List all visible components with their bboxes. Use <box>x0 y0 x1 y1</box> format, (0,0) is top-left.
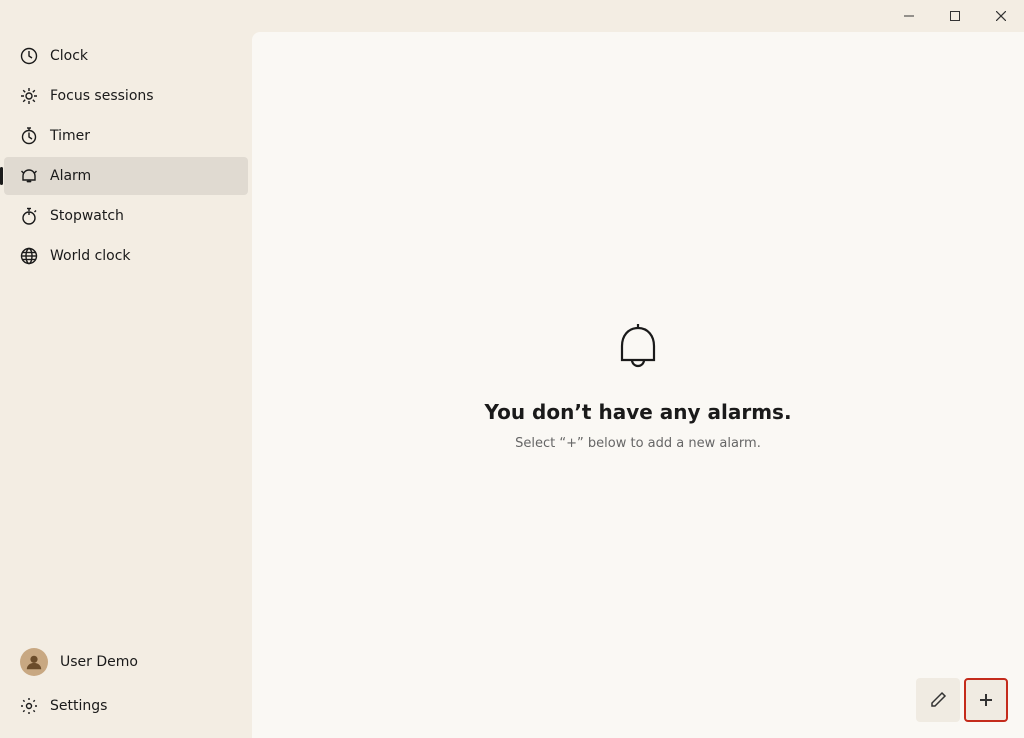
sidebar-item-clock-label: Clock <box>50 48 88 64</box>
sidebar-item-user-label: User Demo <box>60 654 138 670</box>
sidebar-item-timer-label: Timer <box>50 128 90 144</box>
app-body: Clock Focus sessions <box>0 32 1024 738</box>
sidebar-item-worldclock-label: World clock <box>50 248 131 264</box>
title-bar <box>0 0 1024 32</box>
window-controls <box>886 0 1024 32</box>
alarm-icon <box>20 167 38 185</box>
sidebar-item-stopwatch-label: Stopwatch <box>50 208 124 224</box>
user-avatar <box>20 648 48 676</box>
action-bar <box>916 678 1008 722</box>
sidebar-item-alarm-label: Alarm <box>50 168 91 184</box>
minimize-button[interactable] <box>886 0 932 32</box>
sidebar-item-user[interactable]: User Demo <box>4 638 248 686</box>
sidebar-item-settings[interactable]: Settings <box>4 687 248 725</box>
maximize-button[interactable] <box>932 0 978 32</box>
sidebar-item-clock[interactable]: Clock <box>4 37 248 75</box>
timer-icon <box>20 127 38 145</box>
worldclock-icon <box>20 247 38 265</box>
stopwatch-icon <box>20 207 38 225</box>
main-content: You don’t have any alarms. Select “+” be… <box>252 32 1024 738</box>
settings-icon <box>20 697 38 715</box>
sidebar-item-alarm[interactable]: Alarm <box>4 157 248 195</box>
add-alarm-button[interactable] <box>964 678 1008 722</box>
sidebar-item-worldclock[interactable]: World clock <box>4 237 248 275</box>
sidebar: Clock Focus sessions <box>0 32 252 738</box>
sidebar-item-focus[interactable]: Focus sessions <box>4 77 248 115</box>
sidebar-item-focus-label: Focus sessions <box>50 88 154 104</box>
sidebar-item-timer[interactable]: Timer <box>4 117 248 155</box>
empty-subtitle: Select “+” below to add a new alarm. <box>515 436 761 451</box>
empty-title: You don’t have any alarms. <box>484 400 791 424</box>
sidebar-bottom: User Demo Settings <box>0 637 252 738</box>
empty-state: You don’t have any alarms. Select “+” be… <box>484 320 791 451</box>
sidebar-item-settings-label: Settings <box>50 698 107 714</box>
sidebar-item-stopwatch[interactable]: Stopwatch <box>4 197 248 235</box>
focus-icon <box>20 87 38 105</box>
clock-icon <box>20 47 38 65</box>
edit-button[interactable] <box>916 678 960 722</box>
close-button[interactable] <box>978 0 1024 32</box>
bell-icon-large <box>608 320 668 380</box>
